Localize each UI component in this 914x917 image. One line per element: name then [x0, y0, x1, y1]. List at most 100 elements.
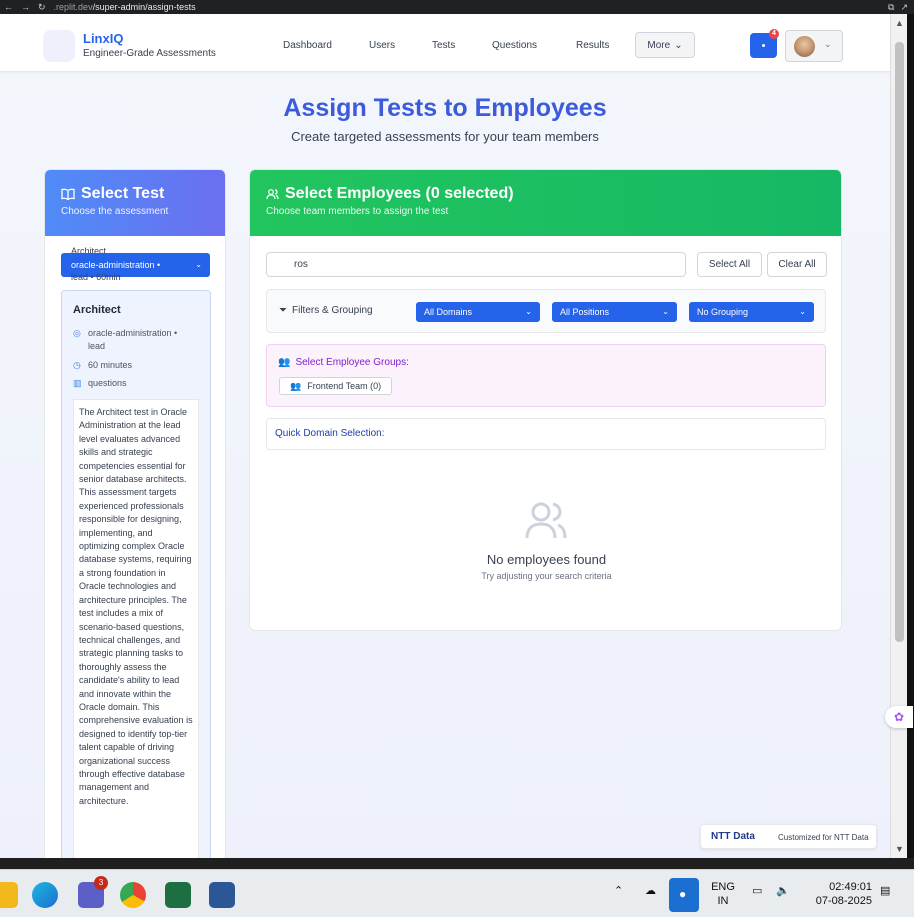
excel-icon[interactable]: [165, 882, 191, 908]
notification-count-badge: 4: [769, 29, 779, 39]
filters-panel: ⏷ Filters & Grouping All Domains ⌄ All P…: [266, 289, 826, 333]
url-domain: .replit.dev: [53, 2, 93, 12]
notifications-button[interactable]: 4: [750, 29, 779, 58]
book-icon: ▥: [73, 378, 82, 388]
window-bottom-edge: [0, 858, 914, 869]
users-icon: 👥: [290, 381, 302, 391]
book-open-icon: [61, 188, 75, 200]
groups-label: Select Employee Groups:: [295, 357, 409, 368]
network-icon[interactable]: ▭: [752, 884, 762, 897]
clock-time: 02:49:01: [829, 881, 872, 893]
employee-search-input[interactable]: [266, 252, 686, 277]
external-link-icon[interactable]: ↗: [900, 2, 908, 13]
select-employees-header: Select Employees (0 selected) Choose tea…: [250, 170, 841, 236]
file-explorer-icon[interactable]: [0, 882, 18, 908]
page-title: Assign Tests to Employees: [283, 94, 607, 122]
brand-tagline: Engineer-Grade Assessments: [83, 48, 216, 59]
test-questions: questions: [88, 378, 127, 388]
clear-all-button[interactable]: Clear All: [767, 252, 827, 277]
scroll-up-icon[interactable]: ▲: [895, 18, 904, 28]
clock-date: 07-08-2025: [815, 895, 872, 907]
word-icon[interactable]: [209, 882, 235, 908]
microphone-button[interactable]: ●: [669, 878, 699, 912]
bell-icon: [762, 44, 765, 47]
grouping-select[interactable]: No Grouping ⌄: [689, 302, 814, 322]
select-employees-subtitle: Choose team members to assign the test: [266, 206, 449, 217]
page-subtitle: Create targeted assessments for your tea…: [291, 129, 599, 144]
top-navbar: LinxIQ Engineer-Grade Assessments Dashbo…: [0, 14, 890, 72]
test-duration-row: ◷ 60 minutes: [73, 359, 132, 372]
address-bar[interactable]: .replit.dev/super-admin/assign-tests: [54, 2, 196, 12]
more-label: More: [647, 39, 671, 51]
select-all-button[interactable]: Select All: [697, 252, 762, 277]
select-test-header: Select Test Choose the assessment: [45, 170, 225, 236]
users-empty-icon: [525, 502, 567, 539]
domain-filter-select[interactable]: All Domains ⌄: [416, 302, 540, 322]
chrome-icon[interactable]: [120, 882, 146, 908]
taskbar-clock[interactable]: 02:49:01 07-08-2025: [808, 880, 872, 908]
scroll-down-icon[interactable]: ▼: [895, 844, 904, 854]
screen-share-icon[interactable]: ⧉: [888, 2, 894, 13]
window-edge: [907, 14, 914, 858]
test-description: The Architect test in Oracle Administrat…: [73, 399, 199, 858]
quick-domain-selection: Quick Domain Selection:: [266, 418, 826, 450]
test-dropdown-value: oracle-administration •: [71, 260, 161, 270]
test-duration: 60 minutes: [88, 360, 133, 370]
nav-questions[interactable]: Questions: [492, 40, 537, 51]
reload-icon[interactable]: ↻: [38, 2, 46, 13]
chevron-down-icon: ⌄: [195, 260, 202, 269]
filters-label-row: ⏷ Filters & Grouping: [279, 305, 373, 316]
clock-icon: ◷: [73, 360, 81, 370]
position-filter-value: All Positions: [560, 307, 610, 317]
nav-results[interactable]: Results: [576, 40, 609, 51]
ntt-data-badge: NTT Data Customized for NTT Data: [700, 824, 877, 849]
microphone-icon: ●: [679, 887, 687, 901]
teams-notification-badge: 3: [94, 876, 108, 890]
edge-browser-icon[interactable]: [32, 882, 58, 908]
back-icon[interactable]: ←: [4, 2, 13, 12]
browser-toolbar: ← → ↻ .replit.dev/super-admin/assign-tes…: [0, 0, 914, 14]
chevron-down-icon: ⌄: [799, 307, 806, 316]
empty-state-subtitle: Try adjusting your search criteria: [481, 571, 612, 581]
select-test-title: Select Test: [81, 185, 165, 202]
teams-icon[interactable]: 3: [78, 876, 108, 908]
select-employees-card: Select Employees (0 selected) Choose tea…: [249, 169, 842, 631]
grouping-value: No Grouping: [697, 307, 749, 317]
cloud-icon[interactable]: ☁: [645, 884, 656, 897]
nav-tests[interactable]: Tests: [432, 40, 455, 51]
nav-dashboard[interactable]: Dashboard: [283, 40, 332, 51]
nav-users[interactable]: Users: [369, 40, 395, 51]
brand-name[interactable]: LinxIQ: [83, 31, 123, 46]
select-test-subtitle: Choose the assessment: [61, 206, 169, 217]
chevron-down-icon: ⌄: [824, 39, 832, 49]
language-line1: ENG: [711, 881, 735, 893]
language-indicator[interactable]: ENG IN: [710, 880, 736, 908]
more-menu-button[interactable]: More ⌄: [635, 32, 695, 58]
windows-taskbar: 3 ⌃ ☁ ● ENG IN ▭ 🔈 02:49:01 07-08-2025 ▤: [0, 869, 914, 917]
brain-assistant-icon[interactable]: ✿: [885, 706, 913, 728]
scrollbar-thumb[interactable]: [895, 42, 904, 642]
group-chip-label: Frontend Team (0): [307, 381, 382, 391]
selected-test-details: Architect ◎ oracle-administration • lead…: [61, 290, 211, 858]
selected-test-name: Architect: [73, 304, 121, 316]
quick-domain-label: Quick Domain Selection:: [275, 428, 385, 439]
test-dropdown-label-line3: lead • 60min: [71, 272, 121, 282]
chevron-down-icon: ⌄: [674, 39, 683, 51]
avatar: [794, 36, 815, 57]
page-scrollbar[interactable]: ▲ ▼: [890, 14, 907, 858]
forward-icon[interactable]: →: [21, 2, 30, 12]
select-test-card: Select Test Choose the assessment Archit…: [44, 169, 226, 858]
url-path: /super-admin/assign-tests: [92, 2, 196, 12]
select-employees-title: Select Employees (0 selected): [285, 185, 514, 202]
chevron-up-icon[interactable]: ⌃: [614, 884, 623, 897]
volume-icon[interactable]: 🔈: [776, 884, 790, 897]
profile-menu-button[interactable]: ⌄: [785, 30, 843, 62]
target-icon: ◎: [73, 328, 81, 338]
ntt-data-logo: NTT Data: [711, 831, 755, 842]
notification-center-icon[interactable]: ▤: [880, 884, 890, 897]
group-chip-frontend-team[interactable]: 👥 Frontend Team (0): [279, 377, 393, 395]
brand-logo[interactable]: [43, 30, 75, 62]
domain-filter-value: All Domains: [424, 307, 473, 317]
position-filter-select[interactable]: All Positions ⌄: [552, 302, 677, 322]
page-viewport: LinxIQ Engineer-Grade Assessments Dashbo…: [0, 14, 890, 858]
